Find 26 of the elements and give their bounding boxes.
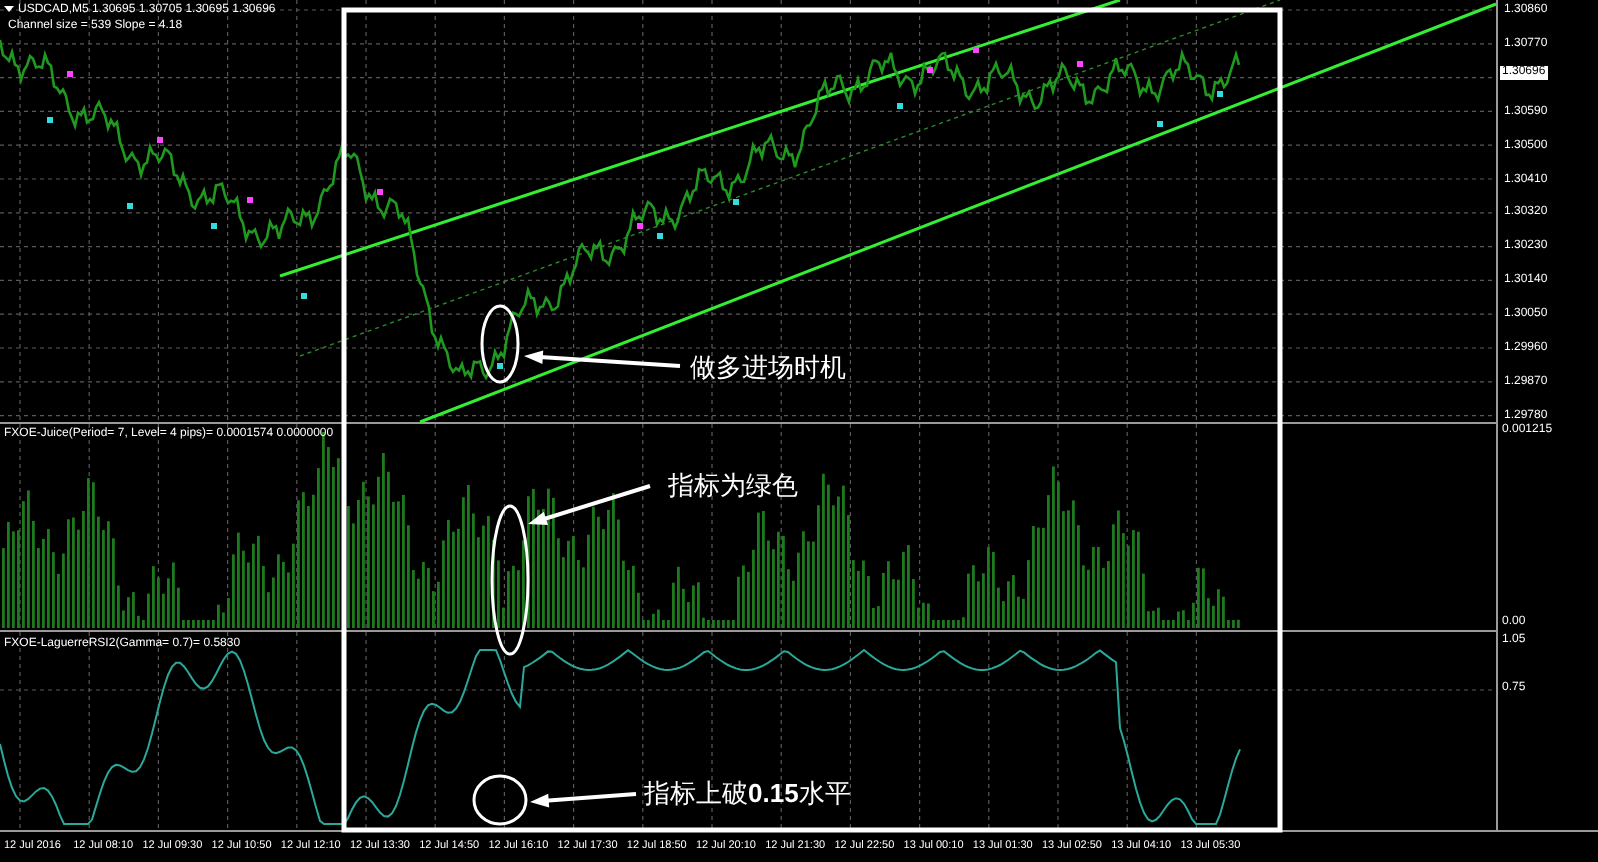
signal-marker [247, 197, 253, 203]
signal-marker [47, 117, 53, 123]
signal-marker [211, 223, 217, 229]
arrow [528, 484, 651, 525]
signal-marker [377, 189, 383, 195]
signal-marker [733, 199, 739, 205]
signal-marker [927, 67, 933, 73]
signal-marker [127, 203, 133, 209]
signal-marker [657, 233, 663, 239]
signal-marker [157, 137, 163, 143]
dropdown-icon [4, 6, 14, 12]
highlight-ellipse [480, 304, 520, 384]
signal-marker [497, 363, 503, 369]
arrow [530, 792, 637, 808]
signal-marker [67, 71, 73, 77]
signal-marker [1217, 91, 1223, 97]
highlight-ellipse [472, 774, 528, 826]
signal-marker [301, 293, 307, 299]
signal-marker [973, 47, 979, 53]
signal-marker [897, 103, 903, 109]
annotation-text: 指标上破0.15水平 [644, 778, 851, 810]
signal-marker [1077, 61, 1083, 67]
annotation-text: 指标为绿色 [668, 470, 798, 502]
signal-marker [1157, 121, 1163, 127]
annotation-text: 做多进场时机 [690, 352, 846, 384]
signal-marker [637, 223, 643, 229]
